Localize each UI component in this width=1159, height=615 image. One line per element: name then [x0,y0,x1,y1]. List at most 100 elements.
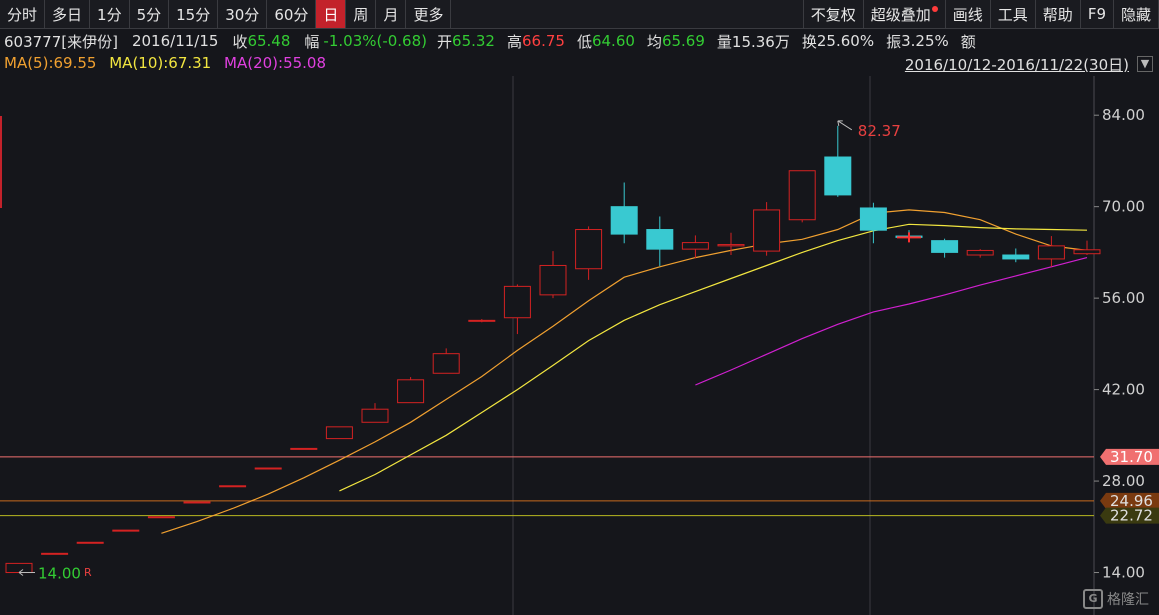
reference-line-label: 31.70 [1110,448,1153,466]
candle-body [468,319,496,322]
volume-value: 15.36万 [731,32,790,51]
low-label: 低 [576,32,592,51]
candle-body [254,467,282,470]
watermark: G 格隆汇 [1083,589,1149,609]
turnover-label: 换 [801,32,817,51]
candle-body [183,501,211,504]
toolbar-button-label: F9 [1087,5,1106,23]
watermark-text: 格隆汇 [1107,592,1149,608]
candle-body [1002,254,1030,260]
candle-body [325,426,353,440]
y-tick-label: 84.00 [1102,106,1145,124]
candle-body [610,206,638,235]
candle-body [539,264,567,296]
toolbar-button[interactable]: 隐藏 [1114,0,1159,28]
change-value: -1.03%(-0.68) [323,32,428,50]
toolbar-button-label: 隐藏 [1120,5,1151,24]
brand-logo-icon: G [1083,589,1103,609]
candle-body [824,156,852,196]
toolbar-button-label: 画线 [952,5,983,24]
high-label: 高 [506,32,522,51]
candle-body [147,516,175,519]
candle-body [931,240,959,253]
period-button[interactable]: 更多 [406,0,452,28]
toolbar-button[interactable]: 超级叠加 [864,0,946,28]
amount-label: 额 [960,32,976,51]
chevron-down-icon[interactable]: ▼ [1137,56,1153,72]
toolbar-button-label: 超级叠加 [870,5,931,24]
ma5-line [161,209,1088,534]
candle-body [76,541,104,544]
date-range[interactable]: 2016/10/12-2016/11/22(30日) [905,54,1129,75]
candle-body [219,485,247,488]
low-annotation: 14.00 [38,565,81,583]
high-annotation: 82.37 [858,122,901,140]
toolbar-button-label: 工具 [997,5,1028,24]
y-tick-label: 70.00 [1102,198,1145,216]
amplitude-label: 振 [886,32,902,51]
period-button[interactable]: 60分 [267,0,317,28]
candle-body [290,447,318,450]
candle-body [112,529,140,532]
candle-body [5,562,33,574]
rights-marker: R [84,566,92,579]
toolbar-button[interactable]: F9 [1081,0,1114,28]
ma10-legend: MA(10):67.31 [109,54,212,72]
y-tick-label: 14.00 [1102,564,1145,582]
candle-body [788,170,816,221]
candle-body [966,249,994,256]
y-tick-label: 28.00 [1102,472,1145,490]
change-label: 幅 [304,32,320,51]
notification-dot-icon [931,6,938,12]
candle-body [432,353,460,374]
candle-body [646,229,674,250]
candle-body [1073,249,1101,255]
period-button[interactable]: 日 [316,0,347,28]
close-value: 65.48 [247,32,291,50]
y-tick-label: 42.00 [1102,381,1145,399]
toolbar-button-label: 帮助 [1042,5,1073,24]
ma20-line [695,257,1088,386]
stock-code: 603777[来伊份] [4,32,118,51]
arrow-icon [837,120,853,131]
open-label: 开 [437,32,453,51]
candle-body [859,207,887,231]
high-value: 66.75 [522,32,565,50]
low-value: 64.60 [591,32,635,50]
ma5-legend: MA(5):69.55 [4,54,97,72]
period-button[interactable]: 5分 [130,0,170,28]
period-button[interactable]: 月 [376,0,407,28]
candle-body [503,285,531,319]
candle-body [361,408,389,423]
toolbar-button[interactable]: 画线 [946,0,991,28]
quote-date: 2016/11/15 [131,32,219,50]
toolbar-button[interactable]: 工具 [991,0,1036,28]
period-button[interactable]: 周 [346,0,377,28]
toolbar-button-label: 不复权 [810,5,856,24]
candle-body [681,242,709,250]
candle-body [41,552,69,555]
open-value: 65.32 [452,32,495,50]
candle-body [717,244,745,247]
avg-value: 65.69 [661,32,705,50]
candle-body [397,379,425,404]
period-button[interactable]: 1分 [90,0,130,28]
amplitude-value: 3.25% [901,32,949,50]
candlestick-chart[interactable]: 84.0070.0056.0042.0028.0014.0031.7024.96… [0,76,1159,615]
period-button[interactable]: 30分 [218,0,268,28]
period-button[interactable]: 分时 [0,0,46,28]
y-tick-label: 56.00 [1102,289,1145,307]
ma20-legend: MA(20):55.08 [224,54,327,72]
toolbar-button[interactable]: 帮助 [1036,0,1081,28]
volume-label: 量 [716,32,732,51]
toolbar-button[interactable]: 不复权 [804,0,864,28]
period-button[interactable]: 多日 [45,0,91,28]
avg-label: 均 [646,32,662,51]
period-button[interactable]: 15分 [169,0,219,28]
candle-body [753,209,781,252]
candle-body [1037,245,1065,260]
close-label: 收 [232,32,248,51]
turnover-value: 25.60% [816,32,875,50]
period-toolbar: 分时 多日 1分 5分 15分 30分 60分日周月更多 不复权 超级叠加 画线 工具 帮助 F9 隐藏 [0,0,1159,29]
candle-body [575,229,603,270]
